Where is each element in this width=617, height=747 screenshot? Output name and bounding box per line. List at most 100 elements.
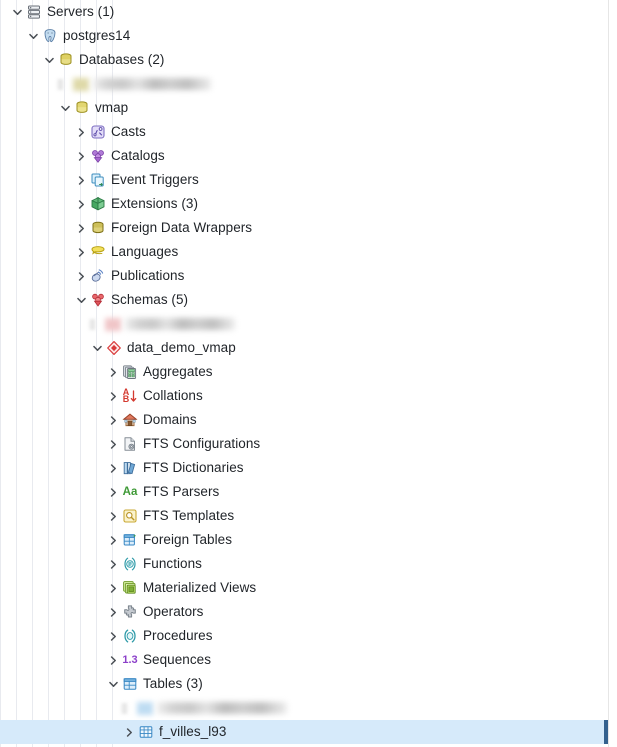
tree-row[interactable]: Materialized Views — [0, 576, 608, 600]
tree-node-label: Casts — [111, 124, 146, 139]
tree-node-label: Functions — [143, 556, 202, 571]
chevron-down-icon[interactable] — [25, 24, 41, 48]
tree-node-label: vmap — [95, 100, 129, 115]
tree-row[interactable]: FTS Dictionaries — [0, 456, 608, 480]
chevron-down-icon[interactable] — [73, 288, 89, 312]
tree-row[interactable]: Procedures — [0, 624, 608, 648]
selection-marker — [604, 720, 608, 744]
tree-row[interactable]: data_demo_vmap — [0, 336, 608, 360]
tree-row-redacted[interactable] — [0, 312, 608, 336]
extensions-icon — [89, 192, 107, 216]
chevron-right-icon[interactable] — [73, 144, 89, 168]
tree-row[interactable]: Foreign Data Wrappers — [0, 216, 608, 240]
tree-rows: Servers (1) postgres14 Databases (2) vmap Ca… — [0, 0, 608, 744]
tree-node-label: FTS Parsers — [143, 484, 220, 499]
schema-icon — [105, 336, 123, 360]
tables-icon — [121, 672, 139, 696]
tree-node-label: Sequences — [143, 652, 212, 667]
redacted-content — [121, 696, 287, 720]
chevron-right-icon[interactable] — [105, 360, 121, 384]
postgresql-server-icon — [41, 24, 59, 48]
tree-row[interactable]: Catalogs — [0, 144, 608, 168]
databases-icon — [57, 48, 75, 72]
tree-node-label: postgres14 — [63, 28, 131, 43]
chevron-right-icon[interactable] — [105, 624, 121, 648]
tree-row[interactable]: Casts — [0, 120, 608, 144]
event-triggers-icon — [89, 168, 107, 192]
tree-node-label: FTS Templates — [143, 508, 235, 523]
tree-node-label: Event Triggers — [111, 172, 199, 187]
redacted-label — [93, 78, 211, 90]
chevron-right-icon[interactable] — [105, 504, 121, 528]
chevron-right-icon[interactable] — [73, 120, 89, 144]
chevron-right-icon[interactable] — [73, 192, 89, 216]
redacted-chevron — [89, 318, 96, 330]
chevron-right-icon[interactable] — [105, 456, 121, 480]
tree-node-label: Aggregates — [143, 364, 213, 379]
materialized-views-icon — [121, 576, 139, 600]
chevron-right-icon[interactable] — [73, 216, 89, 240]
redacted-content — [57, 72, 211, 96]
tree-row[interactable]: Aggregates — [0, 360, 608, 384]
chevron-down-icon[interactable] — [9, 0, 25, 24]
chevron-right-icon[interactable] — [105, 432, 121, 456]
chevron-down-icon[interactable] — [41, 48, 57, 72]
tree-row[interactable]: Databases (2) — [0, 48, 608, 72]
tree-row[interactable]: Domains — [0, 408, 608, 432]
tree-row[interactable]: postgres14 — [0, 24, 608, 48]
tree-row[interactable]: Languages — [0, 240, 608, 264]
tree-row[interactable]: FTS Templates — [0, 504, 608, 528]
tree-node-label: Schemas (5) — [111, 292, 189, 307]
operators-icon — [121, 600, 139, 624]
chevron-down-icon[interactable] — [105, 672, 121, 696]
chevron-right-icon[interactable] — [105, 576, 121, 600]
chevron-right-icon[interactable] — [73, 264, 89, 288]
languages-icon — [89, 240, 107, 264]
casts-icon — [89, 120, 107, 144]
object-browser-tree[interactable]: Servers (1) postgres14 Databases (2) vmap Ca… — [0, 0, 609, 747]
tree-node-label: Procedures — [143, 628, 213, 643]
tree-node-label: Servers (1) — [47, 4, 115, 19]
tree-node-label: Collations — [143, 388, 203, 403]
tree-row[interactable]: Schemas (5) — [0, 288, 608, 312]
fts-configurations-icon — [121, 432, 139, 456]
chevron-right-icon[interactable] — [105, 384, 121, 408]
tree-row[interactable]: Tables (3) — [0, 672, 608, 696]
chevron-right-icon[interactable] — [105, 480, 121, 504]
tree-row-redacted[interactable] — [0, 72, 608, 96]
redacted-content — [89, 312, 235, 336]
fts-templates-icon — [121, 504, 139, 528]
tree-row[interactable]: Aa FTS Parsers — [0, 480, 608, 504]
tree-row[interactable]: 1.3 Sequences — [0, 648, 608, 672]
tree-row[interactable]: vmap — [0, 96, 608, 120]
chevron-right-icon[interactable] — [121, 720, 137, 744]
chevron-right-icon[interactable] — [105, 600, 121, 624]
tree-row[interactable]: Event Triggers — [0, 168, 608, 192]
tree-row[interactable]: Operators — [0, 600, 608, 624]
tree-row[interactable]: Extensions (3) — [0, 192, 608, 216]
tree-row[interactable]: A B Collations — [0, 384, 608, 408]
redacted-chevron — [57, 78, 64, 90]
chevron-right-icon[interactable] — [105, 648, 121, 672]
chevron-right-icon[interactable] — [73, 168, 89, 192]
redacted-label — [125, 318, 235, 330]
tree-row[interactable]: FTS Configurations — [0, 432, 608, 456]
tree-row[interactable]: f_villes_l93 — [0, 720, 608, 744]
tree-node-label: Materialized Views — [143, 580, 257, 595]
redacted-icon — [137, 701, 153, 715]
chevron-right-icon[interactable] — [105, 408, 121, 432]
tree-row[interactable]: Servers (1) — [0, 0, 608, 24]
fts-parsers-icon: Aa — [122, 486, 138, 498]
aggregates-icon — [121, 360, 139, 384]
tree-row-redacted[interactable] — [0, 696, 608, 720]
chevron-down-icon[interactable] — [57, 96, 73, 120]
chevron-down-icon[interactable] — [89, 336, 105, 360]
foreign-data-wrappers-icon — [89, 216, 107, 240]
tree-row[interactable]: Foreign Tables — [0, 528, 608, 552]
chevron-right-icon[interactable] — [105, 552, 121, 576]
chevron-right-icon[interactable] — [105, 528, 121, 552]
tree-row[interactable]: Functions — [0, 552, 608, 576]
tree-row[interactable]: Publications — [0, 264, 608, 288]
database-icon — [73, 96, 91, 120]
chevron-right-icon[interactable] — [73, 240, 89, 264]
